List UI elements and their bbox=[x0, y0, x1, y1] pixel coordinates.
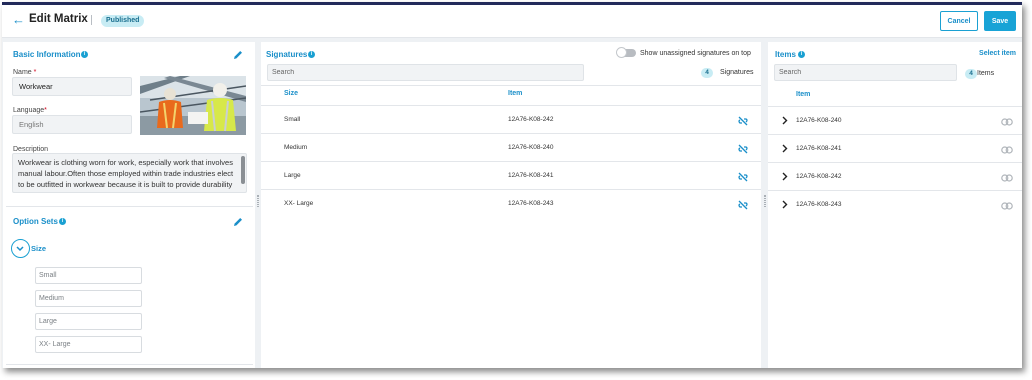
signatures-count-badge: 4 bbox=[701, 68, 713, 78]
app-window: ← Edit Matrix Published Cancel Save Basi… bbox=[2, 2, 1022, 368]
signature-item: 12A76-K08-243 bbox=[508, 200, 554, 207]
info-icon: i bbox=[308, 51, 315, 58]
chevron-right-icon[interactable] bbox=[780, 144, 789, 153]
description-text: Workwear is clothing worn for work, espe… bbox=[18, 158, 234, 192]
name-field[interactable]: Workwear bbox=[12, 77, 132, 96]
description-label: Description bbox=[13, 146, 49, 153]
panel-resize-handle[interactable] bbox=[764, 195, 766, 207]
table-row: Medium 12A76-K08-240 bbox=[261, 133, 761, 161]
matrix-image bbox=[140, 76, 246, 135]
column-header-size: Size bbox=[284, 90, 299, 97]
item-code: 12A76-K08-242 bbox=[796, 173, 842, 180]
table-row: Small 12A76-K08-242 bbox=[261, 105, 761, 133]
select-item-link[interactable]: Select item bbox=[979, 50, 1016, 57]
items-panel: Items i Select item 4 Items Item 12A76-K… bbox=[768, 42, 1022, 368]
column-header-item: Item bbox=[508, 90, 523, 97]
link-icon[interactable] bbox=[1001, 118, 1013, 126]
edit-pencil-icon[interactable] bbox=[232, 216, 244, 228]
section-divider bbox=[6, 364, 253, 365]
basic-information-title: Basic Information bbox=[13, 50, 81, 59]
link-icon[interactable] bbox=[1001, 146, 1013, 154]
item-code: 12A76-K08-240 bbox=[796, 117, 842, 124]
column-header-item: Item bbox=[796, 91, 811, 98]
language-label: Language* bbox=[13, 107, 47, 114]
list-item[interactable]: 12A76-K08-241 bbox=[768, 134, 1022, 162]
page-header: ← Edit Matrix Published Cancel Save bbox=[2, 5, 1022, 38]
option-value-field[interactable]: Large bbox=[35, 313, 142, 330]
basic-information-panel: Basic Information i Name * Workwear Lang… bbox=[3, 42, 255, 368]
back-arrow-icon[interactable]: ← bbox=[12, 12, 25, 27]
option-set-name: Size bbox=[31, 244, 47, 253]
edit-pencil-icon[interactable] bbox=[232, 49, 244, 61]
toggle-knob bbox=[616, 47, 627, 58]
link-icon[interactable] bbox=[1001, 174, 1013, 182]
cancel-button[interactable]: Cancel bbox=[940, 11, 978, 31]
signature-item: 12A76-K08-242 bbox=[508, 116, 554, 123]
language-field[interactable]: English bbox=[12, 115, 132, 134]
signature-item: 12A76-K08-241 bbox=[508, 172, 554, 179]
item-code: 12A76-K08-241 bbox=[796, 145, 842, 152]
table-row: XX- Large 12A76-K08-243 bbox=[261, 189, 761, 217]
unassigned-toggle[interactable] bbox=[616, 47, 636, 58]
title-divider bbox=[91, 15, 92, 25]
item-code: 12A76-K08-243 bbox=[796, 201, 842, 208]
signatures-title: Signatures bbox=[266, 50, 308, 59]
description-scrollbar[interactable] bbox=[241, 156, 245, 184]
signatures-panel: Signatures i Show unassigned signatures … bbox=[261, 42, 761, 368]
description-field[interactable]: Workwear is clothing worn for work, espe… bbox=[12, 153, 247, 193]
page-title: Edit Matrix bbox=[29, 13, 88, 25]
items-count-badge: 4 bbox=[965, 69, 977, 79]
unlink-icon[interactable] bbox=[737, 199, 749, 211]
signature-size: Small bbox=[284, 116, 301, 123]
signature-item: 12A76-K08-240 bbox=[508, 144, 554, 151]
status-badge: Published bbox=[101, 15, 145, 27]
signatures-search-input[interactable] bbox=[267, 64, 584, 81]
items-title: Items bbox=[775, 50, 796, 59]
unlink-icon[interactable] bbox=[737, 171, 749, 183]
list-item[interactable]: 12A76-K08-243 bbox=[768, 190, 1022, 218]
info-icon: i bbox=[59, 218, 66, 225]
link-icon[interactable] bbox=[1001, 202, 1013, 210]
signatures-count-label: Signatures bbox=[720, 69, 754, 76]
chevron-down-icon bbox=[16, 246, 24, 252]
header-divider bbox=[261, 85, 761, 86]
list-item[interactable]: 12A76-K08-242 bbox=[768, 162, 1022, 190]
table-row: Large 12A76-K08-241 bbox=[261, 161, 761, 189]
chevron-right-icon[interactable] bbox=[780, 200, 789, 209]
option-sets-title: Option Sets bbox=[13, 217, 58, 226]
toggle-label: Show unassigned signatures on top bbox=[640, 50, 751, 57]
info-icon: i bbox=[81, 51, 88, 58]
list-item[interactable]: 12A76-K08-240 bbox=[768, 106, 1022, 134]
chevron-right-icon[interactable] bbox=[780, 116, 789, 125]
signature-size: Large bbox=[284, 172, 301, 179]
panel-resize-handle[interactable] bbox=[257, 195, 259, 207]
chevron-right-icon[interactable] bbox=[780, 172, 789, 181]
option-value-field[interactable]: Small bbox=[35, 267, 142, 284]
items-search-input[interactable] bbox=[774, 64, 957, 81]
signature-size: Medium bbox=[284, 144, 308, 151]
collapse-size-button[interactable] bbox=[11, 239, 30, 258]
signature-size: XX- Large bbox=[284, 200, 314, 207]
option-value-field[interactable]: Medium bbox=[35, 290, 142, 307]
items-count-label: Items bbox=[977, 70, 995, 77]
save-button[interactable]: Save bbox=[984, 11, 1016, 31]
unlink-icon[interactable] bbox=[737, 115, 749, 127]
info-icon: i bbox=[798, 51, 805, 58]
unlink-icon[interactable] bbox=[737, 143, 749, 155]
section-divider bbox=[6, 206, 253, 207]
option-value-field[interactable]: XX- Large bbox=[35, 336, 142, 353]
name-label: Name * bbox=[13, 69, 37, 76]
